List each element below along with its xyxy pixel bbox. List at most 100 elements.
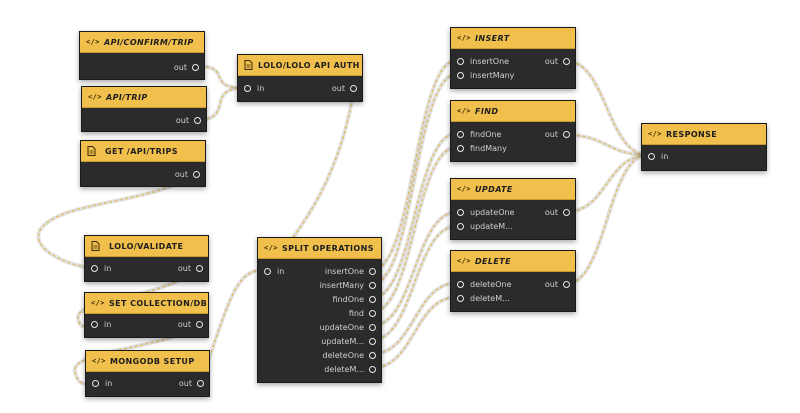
connection-wire[interactable] — [371, 282, 458, 355]
output-port[interactable] — [196, 321, 203, 328]
node-response[interactable]: </> RESPONSE in — [641, 123, 767, 171]
output-port[interactable] — [369, 296, 376, 303]
port-label: deleteM... — [470, 294, 510, 303]
output-port[interactable] — [369, 366, 376, 373]
output-port[interactable] — [350, 85, 357, 92]
output-port[interactable] — [369, 282, 376, 289]
port-label: out — [173, 63, 187, 72]
input-port[interactable] — [457, 131, 464, 138]
document-icon — [91, 241, 104, 251]
connection-wire[interactable] — [371, 211, 458, 327]
port-label: findOne — [332, 295, 364, 304]
node-header[interactable]: </> API/TRIP — [82, 87, 206, 108]
connection-wire[interactable] — [371, 296, 458, 369]
output-port[interactable] — [369, 324, 376, 331]
input-port[interactable] — [244, 85, 251, 92]
port-row: findOne out — [451, 128, 575, 142]
node-header[interactable]: </> RESPONSE — [642, 124, 766, 145]
output-port[interactable] — [369, 352, 376, 359]
code-icon: </> — [264, 244, 278, 252]
output-port[interactable] — [369, 268, 376, 275]
node-find[interactable]: </> FIND findOne out findMany — [450, 100, 576, 162]
node-header[interactable]: </> FIND — [451, 101, 575, 122]
node-header[interactable]: </> SET COLLECTION/DB — [85, 293, 208, 314]
connection-wire[interactable] — [565, 154, 649, 285]
port-row: insertMany — [258, 279, 381, 293]
port-label: insertOne — [324, 267, 364, 276]
node-header[interactable]: GET /API/TRIPS — [81, 141, 205, 162]
node-canvas[interactable]: </> API/CONFIRM/TRIP out LOLO/LOLO API A… — [0, 0, 800, 413]
node-lolo-api-auth[interactable]: LOLO/LOLO API AUTH in out — [237, 54, 363, 102]
output-port[interactable] — [197, 380, 204, 387]
output-port[interactable] — [192, 64, 199, 71]
node-set-collection-db[interactable]: </> SET COLLECTION/DB in out — [84, 292, 209, 338]
input-port[interactable] — [91, 265, 98, 272]
node-title: MONGODB SETUP — [110, 356, 195, 366]
port-label: out — [331, 84, 345, 93]
code-icon: </> — [457, 257, 471, 265]
output-port[interactable] — [563, 131, 570, 138]
node-lolo-validate[interactable]: LOLO/VALIDATE in out — [84, 235, 209, 282]
port-label: deleteOne — [470, 280, 512, 289]
connection-wire[interactable] — [371, 225, 458, 341]
connection-wire[interactable] — [371, 132, 458, 299]
output-port[interactable] — [196, 265, 203, 272]
code-icon: </> — [457, 34, 471, 42]
output-port[interactable] — [369, 338, 376, 345]
node-header[interactable]: LOLO/VALIDATE — [85, 236, 208, 257]
input-port[interactable] — [264, 268, 271, 275]
connection-wire[interactable] — [565, 154, 649, 213]
node-title: SET COLLECTION/DB — [109, 298, 208, 308]
input-port[interactable] — [457, 209, 464, 216]
node-update[interactable]: </> UPDATE updateOne out updateM... — [450, 178, 576, 240]
node-header[interactable]: </> API/CONFIRM/TRIP — [80, 32, 204, 53]
node-title: UPDATE — [475, 184, 513, 194]
node-split-operations[interactable]: </> SPLIT OPERATIONS in insertOne insert… — [257, 237, 382, 383]
output-port[interactable] — [563, 209, 570, 216]
node-header[interactable]: </> UPDATE — [451, 179, 575, 200]
node-insert[interactable]: </> INSERT insertOne out insertMany — [450, 27, 576, 89]
input-port[interactable] — [457, 295, 464, 302]
node-header[interactable]: </> MONGODB SETUP — [86, 351, 209, 372]
connection-wire[interactable] — [371, 59, 458, 271]
connection-wire[interactable] — [371, 146, 458, 313]
node-api-trip[interactable]: </> API/TRIP out — [81, 86, 207, 132]
node-header[interactable]: </> INSERT — [451, 28, 575, 49]
port-label: out — [177, 320, 191, 329]
output-port[interactable] — [194, 117, 201, 124]
port-label: findMany — [470, 144, 507, 153]
input-port[interactable] — [648, 153, 655, 160]
output-port[interactable] — [563, 58, 570, 65]
port-label: out — [544, 57, 558, 66]
node-api-confirm-trip[interactable]: </> API/CONFIRM/TRIP out — [79, 31, 205, 80]
output-port[interactable] — [563, 281, 570, 288]
port-row: in out — [238, 82, 362, 96]
output-port[interactable] — [193, 171, 200, 178]
output-row: out — [82, 114, 206, 128]
connection-wire[interactable] — [565, 60, 649, 156]
port-label: out — [544, 208, 558, 217]
input-port[interactable] — [457, 58, 464, 65]
connection-wire[interactable] — [371, 73, 458, 285]
port-row: updateOne — [258, 321, 381, 335]
code-icon: </> — [91, 299, 105, 307]
node-get-api-trips[interactable]: GET /API/TRIPS out — [80, 140, 206, 187]
node-delete[interactable]: </> DELETE deleteOne out deleteM... — [450, 250, 576, 312]
input-port[interactable] — [92, 380, 99, 387]
input-port[interactable] — [91, 321, 98, 328]
input-port[interactable] — [457, 223, 464, 230]
node-header[interactable]: </> DELETE — [451, 251, 575, 272]
node-mongodb-setup[interactable]: </> MONGODB SETUP in out — [85, 350, 210, 397]
wire-shadow — [371, 281, 458, 356]
input-port[interactable] — [457, 145, 464, 152]
port-label: updateOne — [470, 208, 515, 217]
input-port[interactable] — [457, 72, 464, 79]
output-port[interactable] — [369, 310, 376, 317]
input-port[interactable] — [457, 281, 464, 288]
connection-wire[interactable] — [565, 134, 649, 156]
node-header[interactable]: </> SPLIT OPERATIONS — [258, 238, 381, 259]
port-row: updateOne out — [451, 206, 575, 220]
node-header[interactable]: LOLO/LOLO API AUTH — [238, 55, 362, 76]
port-label: insertMany — [319, 281, 364, 290]
wire-shadow — [371, 72, 458, 286]
